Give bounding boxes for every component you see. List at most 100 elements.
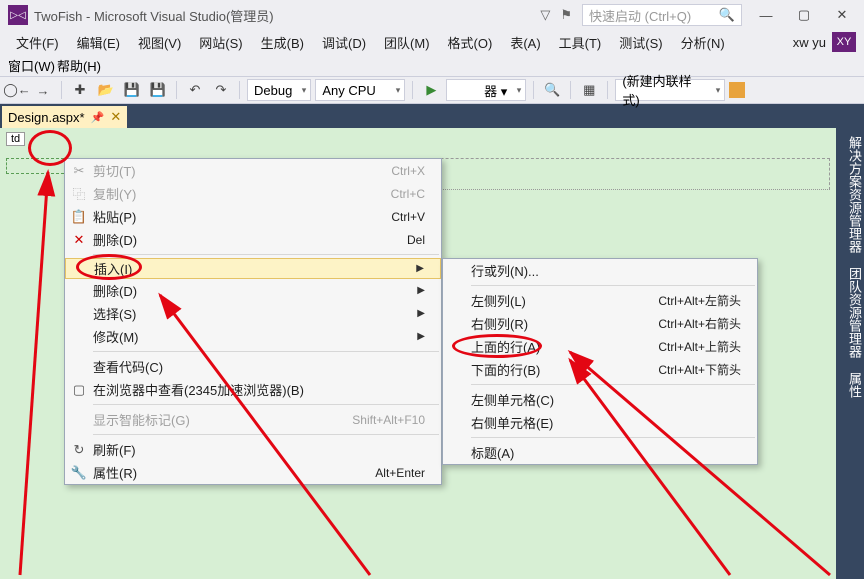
menu-item-label: 上面的行(A) <box>471 337 618 356</box>
context-menu-item[interactable]: 删除(D)▶ <box>65 279 441 302</box>
menu-format[interactable]: 格式(O) <box>440 31 501 54</box>
menu-site[interactable]: 网站(S) <box>191 31 250 54</box>
menu-tools[interactable]: 工具(T) <box>551 31 610 54</box>
tab-close-icon[interactable]: ✕ <box>110 109 121 125</box>
extensions-button[interactable]: ▦ <box>578 79 600 101</box>
menu-edit[interactable]: 编辑(E) <box>69 31 128 54</box>
context-menu-item[interactable]: ✕删除(D)Del <box>65 228 441 251</box>
save-button[interactable]: 💾 <box>121 79 143 101</box>
menu-item-label: 插入(I) <box>94 259 412 278</box>
context-menu-item: ⿻复制(Y)Ctrl+C <box>65 182 441 205</box>
menu-item-label: 删除(D) <box>93 281 413 300</box>
config-dropdown[interactable]: Debug <box>247 79 311 101</box>
menu-item-label: 右侧单元格(E) <box>471 413 741 432</box>
insert-submenu-item[interactable]: 右侧单元格(E) <box>443 411 757 434</box>
menu-test[interactable]: 测试(S) <box>611 31 670 54</box>
context-menu-item[interactable]: ↻刷新(F) <box>65 438 441 461</box>
browser-dropdown[interactable]: 器 ▾ <box>446 79 526 101</box>
context-menu-item[interactable]: 插入(I)▶ <box>65 258 441 279</box>
undo-button[interactable]: ↶ <box>184 79 206 101</box>
find-button[interactable]: 🔍 <box>541 79 563 101</box>
menu-item-label: 右侧列(R) <box>471 314 618 333</box>
menu-item-label: 查看代码(C) <box>93 357 425 376</box>
side-team-explorer[interactable]: 团队资源管理器 <box>836 267 864 358</box>
menu-item-shortcut: Ctrl+Alt+左箭头 <box>658 292 741 309</box>
platform-dropdown[interactable]: Any CPU <box>315 79 405 101</box>
insert-submenu-item[interactable]: 行或列(N)... <box>443 259 757 282</box>
minimize-button[interactable]: — <box>752 8 780 23</box>
menu-item-label: 下面的行(B) <box>471 360 618 379</box>
nav-forward-button[interactable]: → <box>32 79 54 101</box>
quick-launch-input[interactable]: 快速启动 (Ctrl+Q)🔍 <box>582 4 742 26</box>
menu-item-shortcut: Ctrl+X <box>391 164 425 178</box>
tab-label: Design.aspx* <box>8 110 85 125</box>
menu-help[interactable]: 帮助(H) <box>57 56 101 75</box>
menu-item-label: 显示智能标记(G) <box>93 410 312 429</box>
nav-back-button[interactable]: ◯← <box>6 79 28 101</box>
menu-item-label: 复制(Y) <box>93 184 351 203</box>
menu-debug[interactable]: 调试(D) <box>314 31 374 54</box>
insert-submenu[interactable]: 行或列(N)...左侧列(L)Ctrl+Alt+左箭头右侧列(R)Ctrl+Al… <box>442 258 758 465</box>
side-properties[interactable]: 属性 <box>836 372 864 398</box>
menu-item-label: 删除(D) <box>93 230 367 249</box>
menu-item-icon: 📋 <box>65 209 93 225</box>
menu-item-shortcut: Ctrl+V <box>391 210 425 224</box>
submenu-arrow-icon: ▶ <box>413 285 425 296</box>
menu-item-icon: ↻ <box>65 442 93 458</box>
context-menu-item[interactable]: 查看代码(C) <box>65 355 441 378</box>
menu-item-icon: ✂ <box>65 163 93 179</box>
menu-team[interactable]: 团队(M) <box>376 31 438 54</box>
insert-submenu-item[interactable]: 下面的行(B) Ctrl+Alt+下箭头 <box>443 358 757 381</box>
context-menu-item[interactable]: 选择(S)▶ <box>65 302 441 325</box>
insert-submenu-item[interactable]: 右侧列(R)Ctrl+Alt+右箭头 <box>443 312 757 335</box>
menu-item-icon: ▢ <box>65 382 93 398</box>
context-menu-item[interactable]: ▢在浏览器中查看(2345加速浏览器)(B) <box>65 378 441 401</box>
insert-submenu-item[interactable]: 左侧单元格(C) <box>443 388 757 411</box>
menu-item-shortcut: Ctrl+Alt+上箭头 <box>658 338 741 355</box>
menu-item-shortcut: Shift+Alt+F10 <box>352 413 425 427</box>
side-solution-explorer[interactable]: 解决方案资源管理器 <box>836 136 864 253</box>
pin-icon[interactable]: 📌 <box>91 111 105 124</box>
document-tab[interactable]: Design.aspx* 📌 ✕ <box>2 106 127 128</box>
menu-item-label: 行或列(N)... <box>471 261 741 280</box>
menu-item-shortcut: Ctrl+Alt+下箭头 <box>658 361 741 378</box>
menu-build[interactable]: 生成(B) <box>253 31 312 54</box>
menu-item-shortcut: Del <box>407 233 425 247</box>
menu-item-label: 左侧单元格(C) <box>471 390 741 409</box>
start-button[interactable]: ▶ <box>420 79 442 101</box>
new-button[interactable]: ✚ <box>69 79 91 101</box>
menu-item-label: 选择(S) <box>93 304 413 323</box>
close-button[interactable]: ✕ <box>828 7 856 23</box>
style-dropdown[interactable]: (新建内联样式) <box>615 79 725 101</box>
menu-file[interactable]: 文件(F) <box>8 31 67 54</box>
submenu-arrow-icon: ▶ <box>413 308 425 319</box>
menu-item-label: 标题(A) <box>471 443 741 462</box>
feedback-icon[interactable]: ⚑ <box>560 7 572 23</box>
menu-analyze[interactable]: 分析(N) <box>673 31 733 54</box>
user-name[interactable]: xw yu <box>793 35 826 50</box>
context-menu-item[interactable]: 📋粘贴(P)Ctrl+V <box>65 205 441 228</box>
menu-item-icon: 🔧 <box>65 465 93 481</box>
redo-button[interactable]: ↷ <box>210 79 232 101</box>
context-menu-item[interactable]: 🔧属性(R) Alt+Enter <box>65 461 441 484</box>
insert-submenu-item[interactable]: 标题(A) <box>443 441 757 464</box>
insert-submenu-item[interactable]: 左侧列(L) Ctrl+Alt+左箭头 <box>443 289 757 312</box>
open-button[interactable]: 📂 <box>95 79 117 101</box>
menu-item-label: 在浏览器中查看(2345加速浏览器)(B) <box>93 380 425 399</box>
menu-item-label: 左侧列(L) <box>471 291 618 310</box>
context-menu[interactable]: ✂剪切(T)Ctrl+X⿻复制(Y)Ctrl+C📋粘贴(P)Ctrl+V✕删除(… <box>64 158 442 485</box>
menu-view[interactable]: 视图(V) <box>130 31 189 54</box>
maximize-button[interactable]: ▢ <box>790 7 818 23</box>
notifications-icon[interactable]: ▽ <box>540 7 550 23</box>
style-color-button[interactable] <box>729 82 745 98</box>
context-menu-item[interactable]: 修改(M)▶ <box>65 325 441 348</box>
user-badge[interactable]: XY <box>832 32 856 52</box>
menu-item-shortcut: Ctrl+C <box>391 187 425 201</box>
menu-table[interactable]: 表(A) <box>502 31 548 54</box>
insert-submenu-item[interactable]: 上面的行(A) Ctrl+Alt+上箭头 <box>443 335 757 358</box>
menu-window[interactable]: 窗口(W) <box>8 56 55 75</box>
vs-logo-icon: ▷◁ <box>8 5 28 25</box>
menu-item-label: 属性(R) <box>93 463 335 482</box>
menu-item-shortcut: Alt+Enter <box>375 466 425 480</box>
save-all-button[interactable]: 💾 <box>147 79 169 101</box>
